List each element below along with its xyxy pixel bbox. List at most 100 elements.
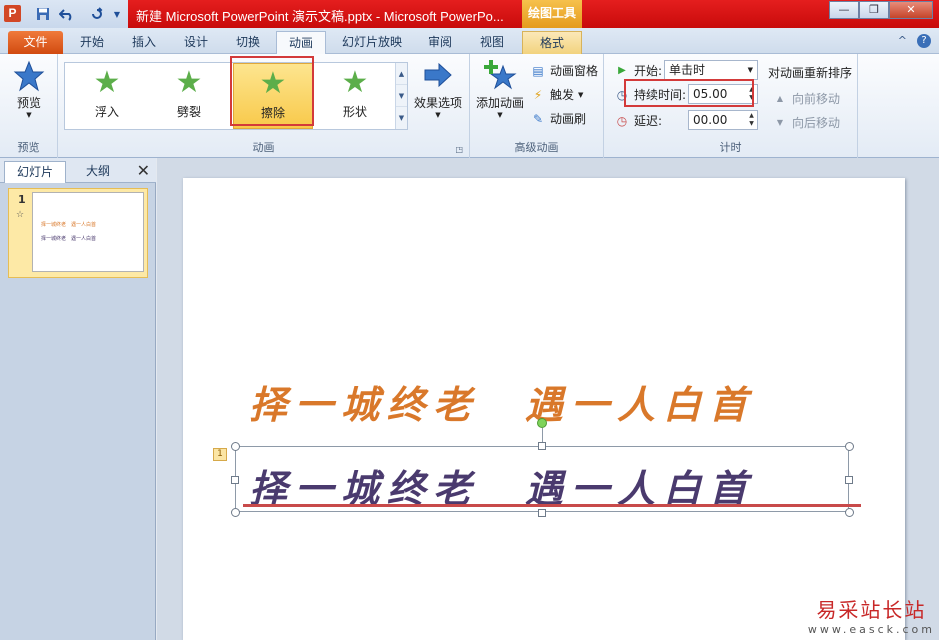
tab-animations[interactable]: 动画 (276, 31, 326, 54)
move-later-label: 向后移动 (792, 116, 841, 130)
animation-painter-button[interactable]: ✎ 动画刷 (530, 110, 586, 127)
preview-label: 预览 (16, 96, 41, 110)
animation-pane-icon: ▤ (532, 63, 544, 78)
preview-star-icon (6, 60, 52, 94)
resize-handle-bottom-left[interactable] (231, 508, 240, 517)
redo-icon[interactable] (88, 4, 106, 24)
tab-file[interactable]: 文件 (8, 31, 63, 54)
resize-handle-right[interactable] (845, 476, 853, 484)
group-label-timing: 计时 (719, 141, 742, 154)
slide-thumbnail[interactable]: 择一城终老 遇一人白首 择一城终老 遇一人白首 (32, 192, 144, 272)
watermark: 易采站长站 www.easck.com (808, 594, 935, 636)
animation-label: 劈裂 (176, 105, 201, 119)
animation-float-in[interactable]: ★ 浮入 (67, 63, 147, 129)
group-timing: ▶ 开始: 单击时 ▼ ◷ 持续时间: 05.00 ▲ ▼ ◷ 延迟: 00.00… (604, 54, 858, 158)
pane-tabs: 幻灯片 大纲 ✕ (0, 158, 156, 183)
maximize-button[interactable]: ❐ (859, 1, 889, 19)
tab-slides[interactable]: 幻灯片 (4, 161, 66, 183)
animation-order-tag[interactable]: 1 (213, 448, 227, 461)
tab-insert[interactable]: 插入 (122, 31, 166, 54)
add-animation-icon (474, 60, 526, 94)
move-earlier-button[interactable]: ▲ 向前移动 (772, 90, 840, 107)
group-label-animation: 动画 (252, 141, 275, 154)
green-star-icon: ★ (341, 65, 369, 100)
qat-menu-icon[interactable]: ▼ (110, 4, 124, 24)
triangle-down-icon: ▼ (776, 118, 784, 127)
add-animation-button[interactable]: 添加动画 ▼ (474, 60, 526, 119)
animation-pane-button[interactable]: ▤ 动画窗格 (530, 62, 598, 79)
delay-value: 00.00 (693, 113, 728, 127)
play-icon: ▶ (618, 65, 626, 76)
tab-review[interactable]: 审阅 (418, 31, 462, 54)
drawing-tools-context-label: 绘图工具 (522, 0, 582, 28)
resize-handle-bottom-right[interactable] (845, 508, 854, 517)
animation-split[interactable]: ★ 劈裂 (149, 63, 229, 129)
tab-transitions[interactable]: 切换 (226, 31, 270, 54)
dialog-launcher-icon[interactable]: ◳ (455, 145, 463, 154)
lightning-icon: ⚡ (533, 87, 543, 102)
title-bar: P ▼ 新建 Microsoft PowerPoint 演示文稿.pptx - … (0, 0, 939, 28)
watermark-title: 易采站长站 (816, 598, 927, 622)
close-icon[interactable]: ✕ (137, 161, 150, 180)
gallery-down-icon[interactable]: ▼ (396, 85, 407, 107)
help-icon[interactable]: ? (917, 34, 931, 48)
green-star-icon: ★ (93, 65, 121, 100)
ribbon-tabs: 文件 开始 插入 设计 切换 动画 幻灯片放映 审阅 视图 格式 ^ ? (0, 28, 939, 54)
reorder-title: 对动画重新排序 (768, 66, 853, 80)
start-value: 单击时 (669, 63, 706, 77)
delay-input[interactable]: 00.00 ▲ ▼ (688, 110, 758, 130)
slide-number: 1 (18, 193, 26, 206)
gallery-up-icon[interactable]: ▲ (396, 63, 407, 85)
highlight-box-duration (624, 79, 754, 107)
tab-outline[interactable]: 大纲 (68, 161, 128, 183)
watermark-url: www.easck.com (807, 623, 935, 636)
window-controls: — ❐ ✕ (829, 1, 933, 19)
effect-options-label: 效果选项 (413, 96, 462, 110)
close-button[interactable]: ✕ (889, 1, 933, 19)
gallery-more-icon[interactable]: ▼ (396, 107, 407, 129)
trigger-button[interactable]: ⚡ 触发 ▼ (530, 86, 584, 103)
gallery-scrollbar[interactable]: ▲ ▼ ▼ (395, 63, 407, 129)
tab-home[interactable]: 开始 (70, 31, 114, 54)
highlight-box-wipe (230, 56, 314, 126)
chevron-down-icon: ▼ (578, 90, 584, 99)
tab-design[interactable]: 设计 (174, 31, 218, 54)
collapse-ribbon-icon[interactable]: ^ (898, 34, 907, 48)
slide-animation-icon: ☆ (16, 210, 25, 220)
save-icon[interactable] (34, 4, 52, 24)
group-preview: 预览 ▼ 预览 (0, 54, 58, 158)
window-title: 新建 Microsoft PowerPoint 演示文稿.pptx - Micr… (136, 9, 504, 24)
group-advanced-animation: 添加动画 ▼ ▤ 动画窗格 ⚡ 触发 ▼ ✎ 动画刷 高级动画 (470, 54, 604, 158)
delay-clock-icon: ◷ (616, 113, 628, 128)
start-select[interactable]: 单击时 ▼ (664, 60, 758, 80)
resize-handle-top-right[interactable] (845, 442, 854, 451)
effect-options-button[interactable]: 效果选项 ▼ (410, 62, 466, 119)
chevron-down-icon: ▼ (497, 111, 503, 119)
rotation-handle[interactable] (537, 418, 547, 428)
slide-canvas[interactable]: 择一城终老 遇一人白首 择一城终老 遇一人白首 1 (183, 178, 905, 640)
minimize-button[interactable]: — (829, 1, 859, 19)
delay-spinner[interactable]: ▲ ▼ (747, 112, 756, 128)
group-animation: ★ 浮入 ★ 劈裂 ★ 擦除 ★ 形状 ▲ ▼ ▼ 效果选项 ▼ 动画 ◳ (58, 54, 470, 158)
animation-shape[interactable]: ★ 形状 (315, 63, 395, 129)
slide-text-line1[interactable]: 择一城终老 遇一人白首 (249, 374, 755, 429)
ribbon-controls: ^ ? (898, 34, 931, 48)
thumbnail-line1: 择一城终老 遇一人白首 (41, 222, 97, 228)
resize-handle-top-left[interactable] (231, 442, 240, 451)
undo-icon[interactable] (56, 4, 78, 24)
tab-format[interactable]: 格式 (522, 31, 582, 54)
resize-handle-top[interactable] (538, 442, 546, 450)
animation-label: 浮入 (94, 105, 119, 119)
resize-handle-bottom[interactable] (538, 509, 546, 517)
tab-slideshow[interactable]: 幻灯片放映 (334, 31, 410, 54)
move-later-button[interactable]: ▼ 向后移动 (772, 114, 840, 131)
tab-view[interactable]: 视图 (470, 31, 514, 54)
thumbnail-line2: 择一城终老 遇一人白首 (41, 236, 97, 242)
preview-button[interactable]: 预览 ▼ (6, 60, 52, 119)
trigger-label: 触发 (550, 88, 575, 102)
arrow-right-icon (410, 62, 466, 94)
group-label-advanced: 高级动画 (514, 141, 559, 154)
start-label-row: ▶ 开始: (614, 62, 662, 79)
resize-handle-left[interactable] (231, 476, 239, 484)
powerpoint-app-icon[interactable]: P (4, 5, 21, 22)
